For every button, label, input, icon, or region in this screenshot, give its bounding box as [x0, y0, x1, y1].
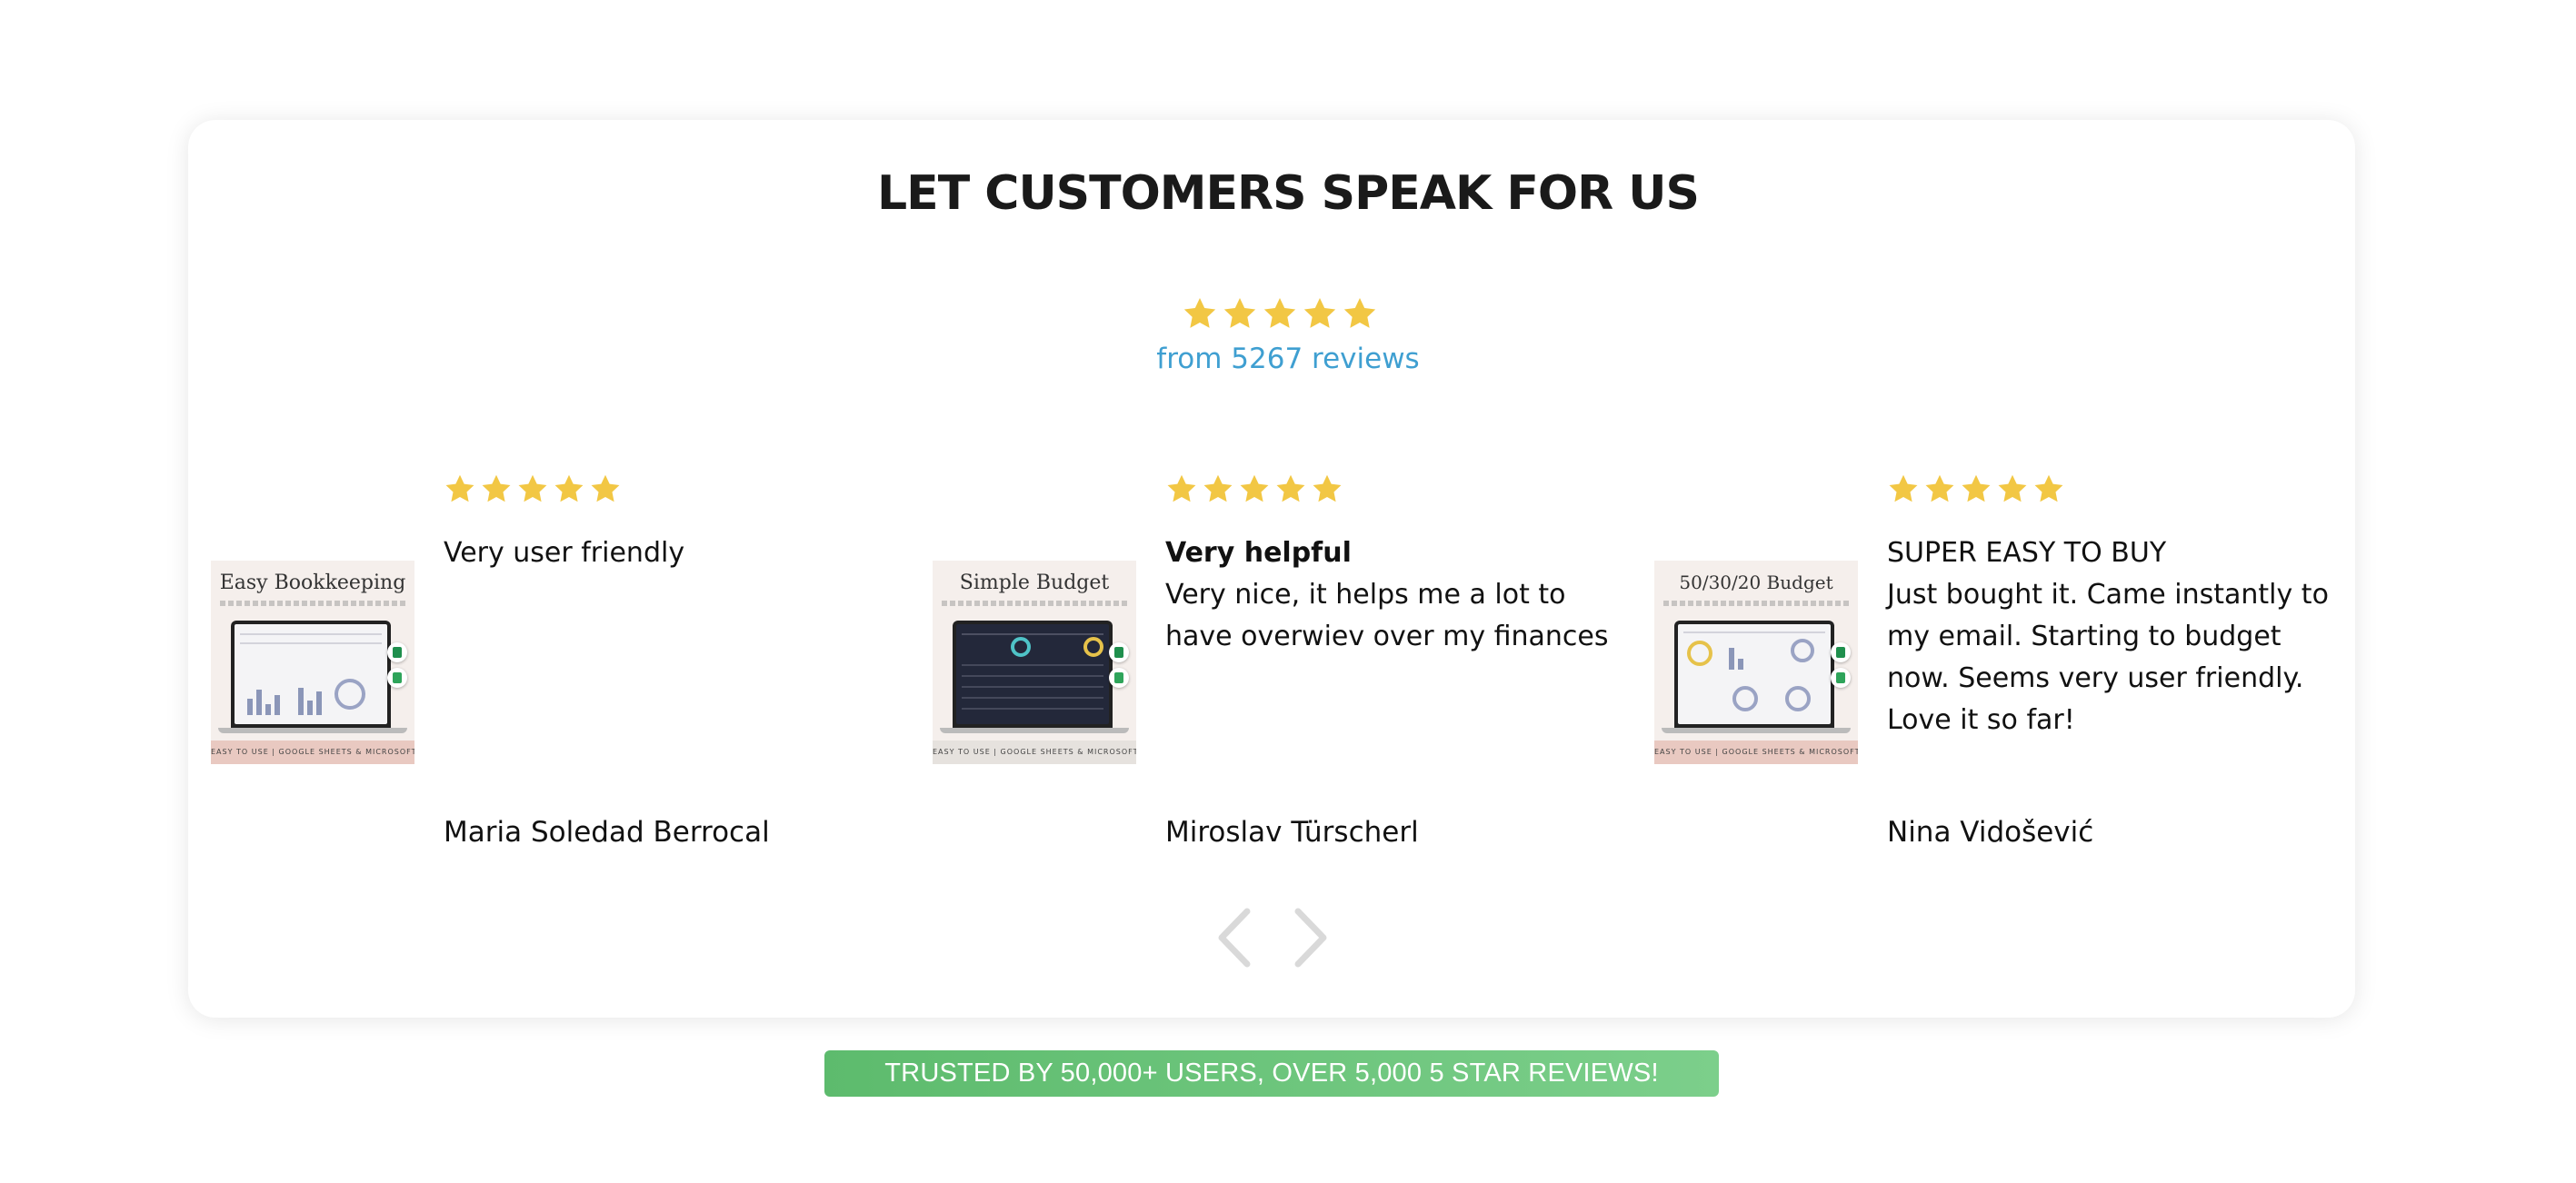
review-title: Very user friendly [444, 537, 685, 569]
spreadsheet-preview [235, 624, 387, 724]
star-icon [445, 474, 474, 502]
review-title: SUPER EASY TO BUY [1887, 537, 2167, 569]
product-thumbnail-2[interactable]: Simple Budget EASY TO USE | GOOGLE SHEET… [933, 561, 1136, 764]
star-icon [591, 474, 620, 502]
star-icon [1240, 474, 1269, 502]
review-content-3: SUPER EASY TO BUY Just bought it. Came i… [1887, 532, 2341, 741]
star-icon [554, 474, 584, 502]
review-author: Miroslav Türscherl [1165, 816, 1419, 849]
google-sheets-icon [1831, 668, 1851, 688]
product-thumbnail-1[interactable]: Easy Bookkeeping EASY TO USE | GOOGLE SH… [211, 561, 414, 764]
excel-icon [387, 642, 407, 662]
thumbnail-footer-text: EASY TO USE | GOOGLE SHEETS & MICROSOFT … [1654, 748, 1858, 756]
star-icon [1962, 474, 1991, 502]
thumbnail-footer-text: EASY TO USE | GOOGLE SHEETS & MICROSOFT … [933, 748, 1136, 756]
laptop-mockup [231, 621, 391, 728]
star-icon [1276, 474, 1305, 502]
review-body: Very nice, it helps me a lot to have ove… [1165, 579, 1609, 652]
star-icon [1183, 298, 1216, 328]
chevron-left-icon[interactable] [1214, 906, 1254, 969]
thumbnail-subtitle-line [942, 601, 1127, 606]
thumbnail-title: Simple Budget [959, 572, 1110, 594]
thumbnail-subtitle-line [1663, 601, 1849, 606]
excel-icon [1109, 642, 1129, 662]
star-icon [1263, 298, 1296, 328]
star-icon [1223, 298, 1256, 328]
chevron-right-icon[interactable] [1291, 906, 1331, 969]
star-icon [1167, 474, 1196, 502]
star-icon [482, 474, 511, 502]
laptop-mockup [1674, 621, 1834, 728]
review-body: Just bought it. Came instantly to my ema… [1887, 579, 2329, 736]
thumbnail-subtitle-line [220, 601, 405, 606]
thumbnail-title: 50/30/20 Budget [1679, 572, 1833, 593]
star-icon [1313, 474, 1342, 502]
review-rating-1 [444, 472, 622, 505]
summary-rating [1182, 295, 1378, 332]
reviews-count-link[interactable]: from 5267 reviews [0, 343, 2576, 375]
review-rating-2 [1165, 472, 1343, 505]
laptop-base [218, 728, 407, 733]
star-icon [2034, 474, 2063, 502]
review-rating-3 [1887, 472, 2065, 505]
star-icon [1998, 474, 2027, 502]
spreadsheet-preview [956, 624, 1109, 724]
star-icon [1925, 474, 1954, 502]
star-icon [1203, 474, 1233, 502]
google-sheets-icon [387, 668, 407, 688]
review-content-1: Very user friendly [444, 532, 898, 574]
thumbnail-title: Easy Bookkeeping [219, 572, 406, 594]
review-author: Maria Soledad Berrocal [444, 816, 770, 849]
review-content-2: Very helpful Very nice, it helps me a lo… [1165, 532, 1620, 658]
laptop-mockup [953, 621, 1113, 728]
google-sheets-icon [1109, 668, 1129, 688]
star-icon [1303, 298, 1336, 328]
star-icon [1889, 474, 1918, 502]
excel-icon [1831, 642, 1851, 662]
laptop-base [940, 728, 1129, 733]
trust-banner: TRUSTED BY 50,000+ USERS, OVER 5,000 5 S… [824, 1050, 1719, 1097]
product-thumbnail-3[interactable]: 50/30/20 Budget EASY TO USE | GOOGLE SHE… [1654, 561, 1858, 764]
review-title: Very helpful [1165, 537, 1352, 569]
review-author: Nina Vidošević [1887, 816, 2094, 849]
thumbnail-footer-text: EASY TO USE | GOOGLE SHEETS & MICROSOFT … [211, 748, 414, 756]
spreadsheet-preview [1678, 624, 1831, 724]
section-heading: LET CUSTOMERS SPEAK FOR US [877, 166, 1700, 221]
star-icon [518, 474, 547, 502]
star-icon [1343, 298, 1376, 328]
laptop-base [1662, 728, 1851, 733]
